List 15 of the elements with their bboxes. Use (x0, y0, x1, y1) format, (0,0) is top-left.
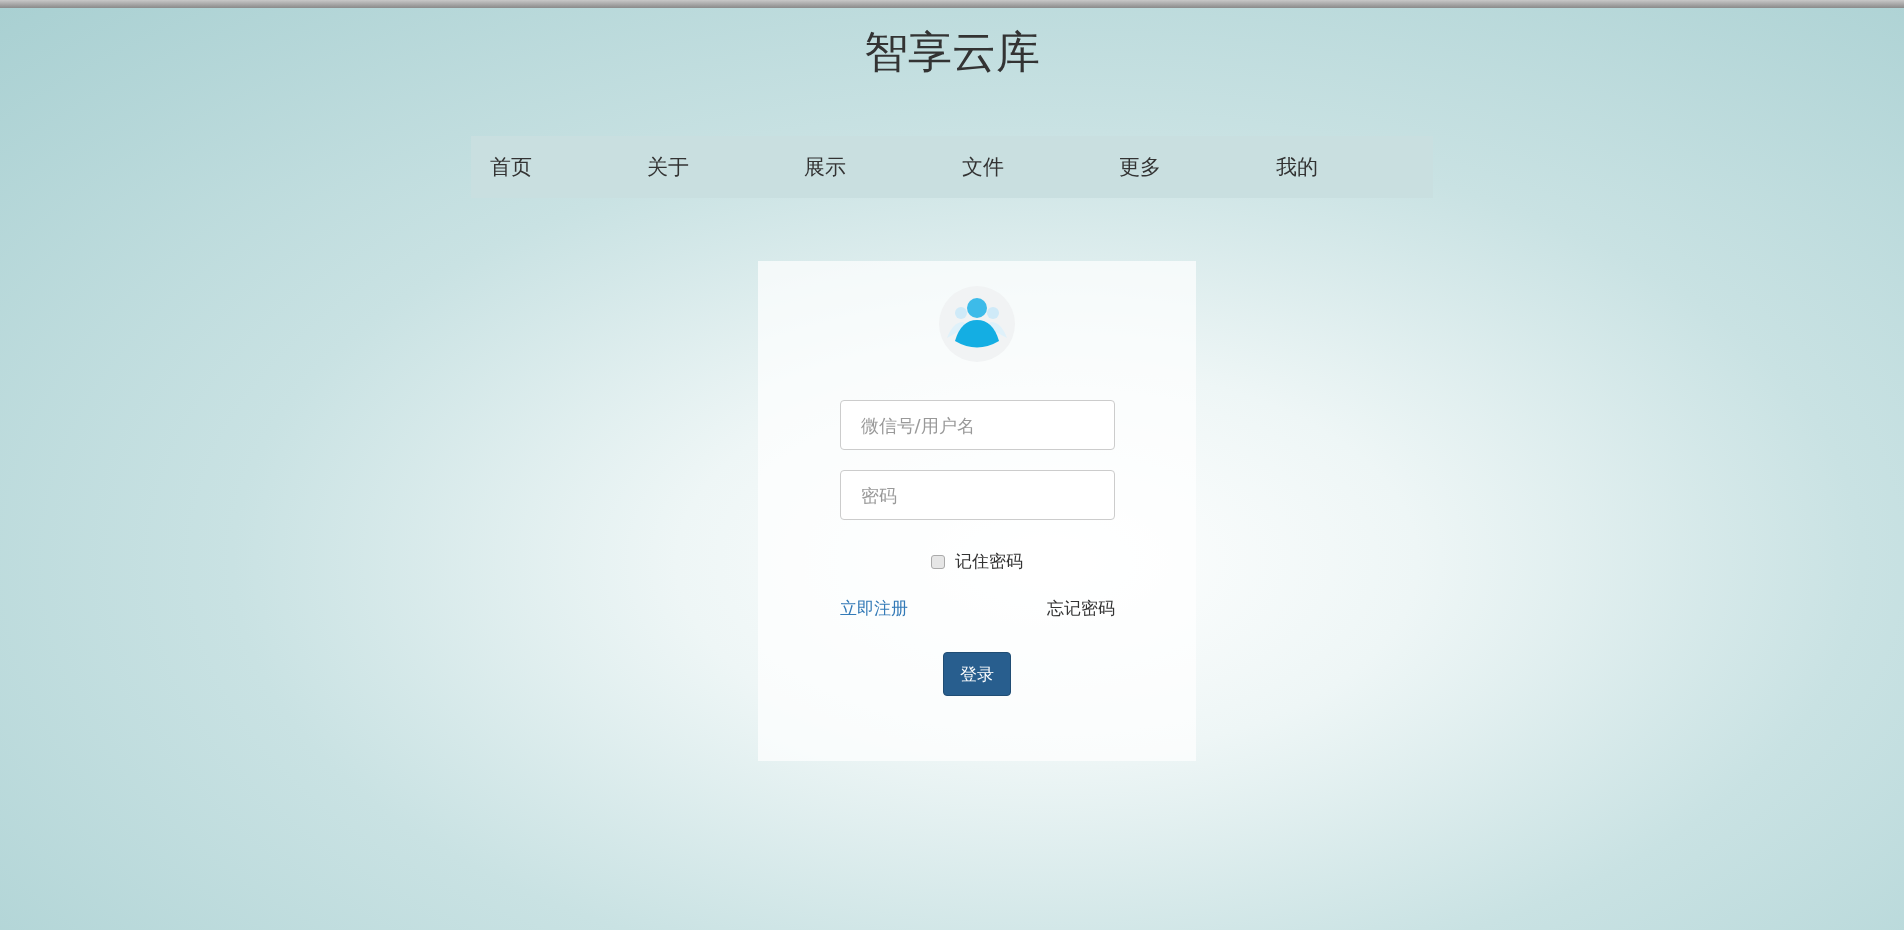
user-avatar-icon (939, 286, 1015, 362)
nav-link[interactable]: 关于 (647, 153, 805, 181)
nav-link[interactable]: 文件 (961, 153, 1119, 181)
register-link[interactable]: 立即注册 (839, 597, 908, 620)
remember-label: 记住密码 (955, 550, 1023, 573)
forgot-password-link[interactable]: 忘记密码 (1046, 597, 1115, 620)
login-button[interactable]: 登录 (943, 652, 1011, 696)
nav-link[interactable]: 首页 (490, 153, 648, 181)
username-field[interactable]: 微信号/用户名 (839, 400, 1115, 450)
nav-link[interactable]: 展示 (804, 153, 962, 181)
nav-link[interactable]: 我的 (1275, 153, 1434, 181)
password-field[interactable]: 密码 (839, 470, 1115, 520)
remember-checkbox[interactable] (931, 554, 945, 569)
nav-link[interactable]: 更多 (1118, 153, 1276, 181)
site-title: 智享云库 (864, 25, 1040, 79)
